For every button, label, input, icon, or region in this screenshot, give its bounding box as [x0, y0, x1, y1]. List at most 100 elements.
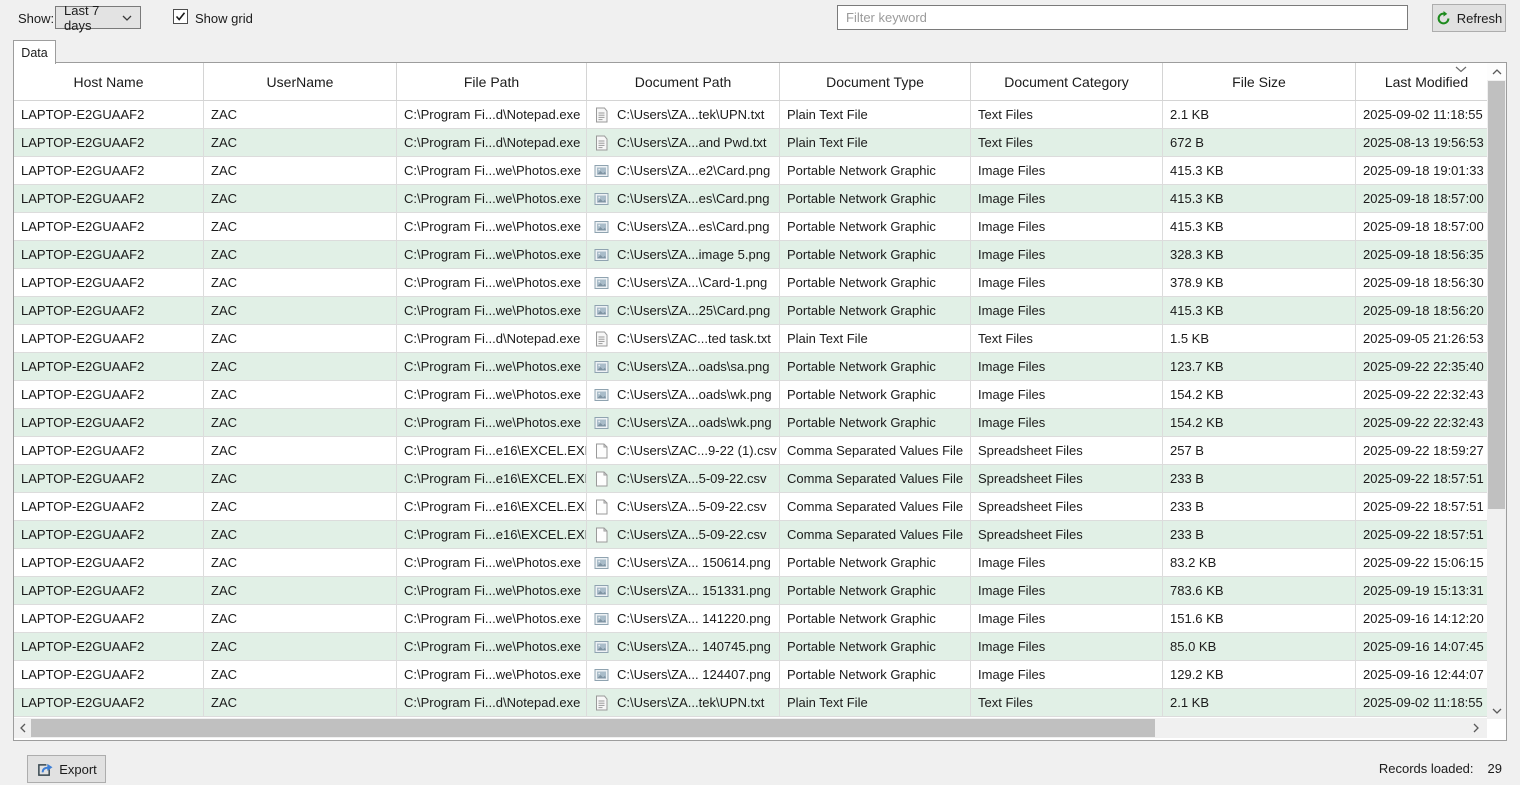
cell-doc_category: Image Files — [971, 353, 1163, 380]
column-header-last_modified[interactable]: Last Modified — [1356, 63, 1487, 100]
table-row[interactable]: LAPTOP-E2GUAAF2ZACC:\Program Fi...we\Pho… — [14, 633, 1487, 661]
cell-doc_type: Portable Network Graphic — [780, 381, 971, 408]
cell-file_size: 233 B — [1163, 493, 1356, 520]
column-header-host[interactable]: Host Name — [14, 63, 204, 100]
cell-text: 2025-09-02 11:18:55 — [1363, 695, 1483, 710]
cell-file_path: C:\Program Fi...we\Photos.exe — [397, 549, 587, 576]
table-row[interactable]: LAPTOP-E2GUAAF2ZACC:\Program Fi...e16\EX… — [14, 493, 1487, 521]
column-header-file_path[interactable]: File Path — [397, 63, 587, 100]
image-file-icon — [594, 611, 617, 627]
column-header-user[interactable]: UserName — [204, 63, 397, 100]
table-row[interactable]: LAPTOP-E2GUAAF2ZACC:\Program Fi...d\Note… — [14, 325, 1487, 353]
cell-text: Image Files — [978, 611, 1045, 626]
tab-data-label: Data — [21, 46, 47, 60]
cell-text: Text Files — [978, 331, 1033, 346]
cell-file_path: C:\Program Fi...we\Photos.exe — [397, 353, 587, 380]
column-header-label: Host Name — [73, 74, 143, 90]
cell-text: 2025-09-22 18:57:51 — [1363, 499, 1484, 514]
export-button[interactable]: Export — [27, 755, 106, 783]
table-row[interactable]: LAPTOP-E2GUAAF2ZACC:\Program Fi...e16\EX… — [14, 521, 1487, 549]
cell-text: C:\Program Fi...e16\EXCEL.EXE — [404, 499, 587, 514]
cell-doc_path: C:\Users\ZA... 151331.png — [587, 577, 780, 604]
cell-text: Spreadsheet Files — [978, 471, 1083, 486]
table-row[interactable]: LAPTOP-E2GUAAF2ZACC:\Program Fi...e16\EX… — [14, 465, 1487, 493]
cell-text: C:\Users\ZA...\Card-1.png — [617, 275, 767, 290]
table-row[interactable]: LAPTOP-E2GUAAF2ZACC:\Program Fi...we\Pho… — [14, 241, 1487, 269]
vertical-scrollbar[interactable] — [1487, 63, 1506, 719]
cell-doc_path: C:\Users\ZA...e2\Card.png — [587, 157, 780, 184]
cell-user: ZAC — [204, 381, 397, 408]
cell-text: 2025-09-22 18:59:27 — [1363, 443, 1484, 458]
table-row[interactable]: LAPTOP-E2GUAAF2ZACC:\Program Fi...we\Pho… — [14, 297, 1487, 325]
cell-doc_type: Comma Separated Values File — [780, 437, 971, 464]
column-header-doc_path[interactable]: Document Path — [587, 63, 780, 100]
cell-last_modified: 2025-09-18 18:56:20 — [1356, 297, 1487, 324]
horizontal-scrollbar[interactable] — [14, 718, 1487, 738]
column-header-file_size[interactable]: File Size — [1163, 63, 1356, 100]
table-row[interactable]: LAPTOP-E2GUAAF2ZACC:\Program Fi...d\Note… — [14, 101, 1487, 129]
filter-keyword-input[interactable] — [837, 5, 1408, 30]
scroll-left-button[interactable] — [14, 718, 31, 738]
cell-text: 2.1 KB — [1170, 107, 1209, 122]
show-grid-checkbox[interactable] — [173, 9, 188, 24]
cell-text: 415.3 KB — [1170, 303, 1224, 318]
cell-doc_category: Image Files — [971, 661, 1163, 688]
cell-file_path: C:\Program Fi...we\Photos.exe — [397, 269, 587, 296]
table-row[interactable]: LAPTOP-E2GUAAF2ZACC:\Program Fi...we\Pho… — [14, 577, 1487, 605]
cell-text: ZAC — [211, 639, 237, 654]
cell-last_modified: 2025-09-16 12:44:07 — [1356, 661, 1487, 688]
records-loaded: Records loaded: 29 — [1379, 761, 1502, 776]
cell-text: 2025-09-19 15:13:31 — [1363, 583, 1484, 598]
column-header-doc_category[interactable]: Document Category — [971, 63, 1163, 100]
date-range-dropdown[interactable]: Last 7 days — [55, 6, 141, 29]
cell-text: ZAC — [211, 303, 237, 318]
cell-file_path: C:\Program Fi...d\Notepad.exe — [397, 325, 587, 352]
cell-doc_path: C:\Users\ZA...\Card-1.png — [587, 269, 780, 296]
table-row[interactable]: LAPTOP-E2GUAAF2ZACC:\Program Fi...we\Pho… — [14, 605, 1487, 633]
table-row[interactable]: LAPTOP-E2GUAAF2ZACC:\Program Fi...we\Pho… — [14, 549, 1487, 577]
cell-text: C:\Users\ZA...and Pwd.txt — [617, 135, 767, 150]
cell-file_path: C:\Program Fi...we\Photos.exe — [397, 185, 587, 212]
cell-text: ZAC — [211, 275, 237, 290]
cell-user: ZAC — [204, 465, 397, 492]
cell-doc_path: C:\Users\ZA...5-09-22.csv — [587, 465, 780, 492]
table-row[interactable]: LAPTOP-E2GUAAF2ZACC:\Program Fi...d\Note… — [14, 689, 1487, 717]
cell-last_modified: 2025-09-18 18:56:35 — [1356, 241, 1487, 268]
table-row[interactable]: LAPTOP-E2GUAAF2ZACC:\Program Fi...we\Pho… — [14, 353, 1487, 381]
cell-user: ZAC — [204, 521, 397, 548]
table-row[interactable]: LAPTOP-E2GUAAF2ZACC:\Program Fi...we\Pho… — [14, 661, 1487, 689]
table-row[interactable]: LAPTOP-E2GUAAF2ZACC:\Program Fi...we\Pho… — [14, 269, 1487, 297]
vertical-scrollbar-thumb[interactable] — [1488, 81, 1505, 509]
cell-text: ZAC — [211, 499, 237, 514]
cell-text: 2025-09-18 19:01:33 — [1363, 163, 1484, 178]
cell-host: LAPTOP-E2GUAAF2 — [14, 577, 204, 604]
table-row[interactable]: LAPTOP-E2GUAAF2ZACC:\Program Fi...we\Pho… — [14, 185, 1487, 213]
horizontal-scrollbar-thumb[interactable] — [31, 719, 1155, 737]
cell-text: C:\Users\ZA...25\Card.png — [617, 303, 770, 318]
cell-doc_category: Image Files — [971, 213, 1163, 240]
chevron-up-icon — [1492, 67, 1502, 77]
table-row[interactable]: LAPTOP-E2GUAAF2ZACC:\Program Fi...we\Pho… — [14, 157, 1487, 185]
table-row[interactable]: LAPTOP-E2GUAAF2ZACC:\Program Fi...we\Pho… — [14, 381, 1487, 409]
cell-file_path: C:\Program Fi...d\Notepad.exe — [397, 129, 587, 156]
cell-text: C:\Program Fi...d\Notepad.exe — [404, 135, 580, 150]
cell-last_modified: 2025-09-22 18:57:51 — [1356, 493, 1487, 520]
chevron-down-icon — [1492, 706, 1502, 716]
cell-doc_category: Image Files — [971, 297, 1163, 324]
table-row[interactable]: LAPTOP-E2GUAAF2ZACC:\Program Fi...e16\EX… — [14, 437, 1487, 465]
refresh-button[interactable]: Refresh — [1432, 4, 1506, 32]
column-header-doc_type[interactable]: Document Type — [780, 63, 971, 100]
scroll-up-button[interactable] — [1487, 63, 1506, 80]
table-row[interactable]: LAPTOP-E2GUAAF2ZACC:\Program Fi...we\Pho… — [14, 409, 1487, 437]
scroll-right-button[interactable] — [1467, 718, 1484, 738]
table-row[interactable]: LAPTOP-E2GUAAF2ZACC:\Program Fi...d\Note… — [14, 129, 1487, 157]
cell-text: LAPTOP-E2GUAAF2 — [21, 219, 144, 234]
cell-text: 2025-09-02 11:18:55 — [1363, 107, 1483, 122]
scroll-down-button[interactable] — [1487, 702, 1506, 719]
cell-text: 328.3 KB — [1170, 247, 1224, 262]
cell-text: Portable Network Graphic — [787, 667, 936, 682]
cell-host: LAPTOP-E2GUAAF2 — [14, 129, 204, 156]
cell-text: 2.1 KB — [1170, 695, 1209, 710]
tab-data[interactable]: Data — [13, 40, 56, 64]
table-row[interactable]: LAPTOP-E2GUAAF2ZACC:\Program Fi...we\Pho… — [14, 213, 1487, 241]
